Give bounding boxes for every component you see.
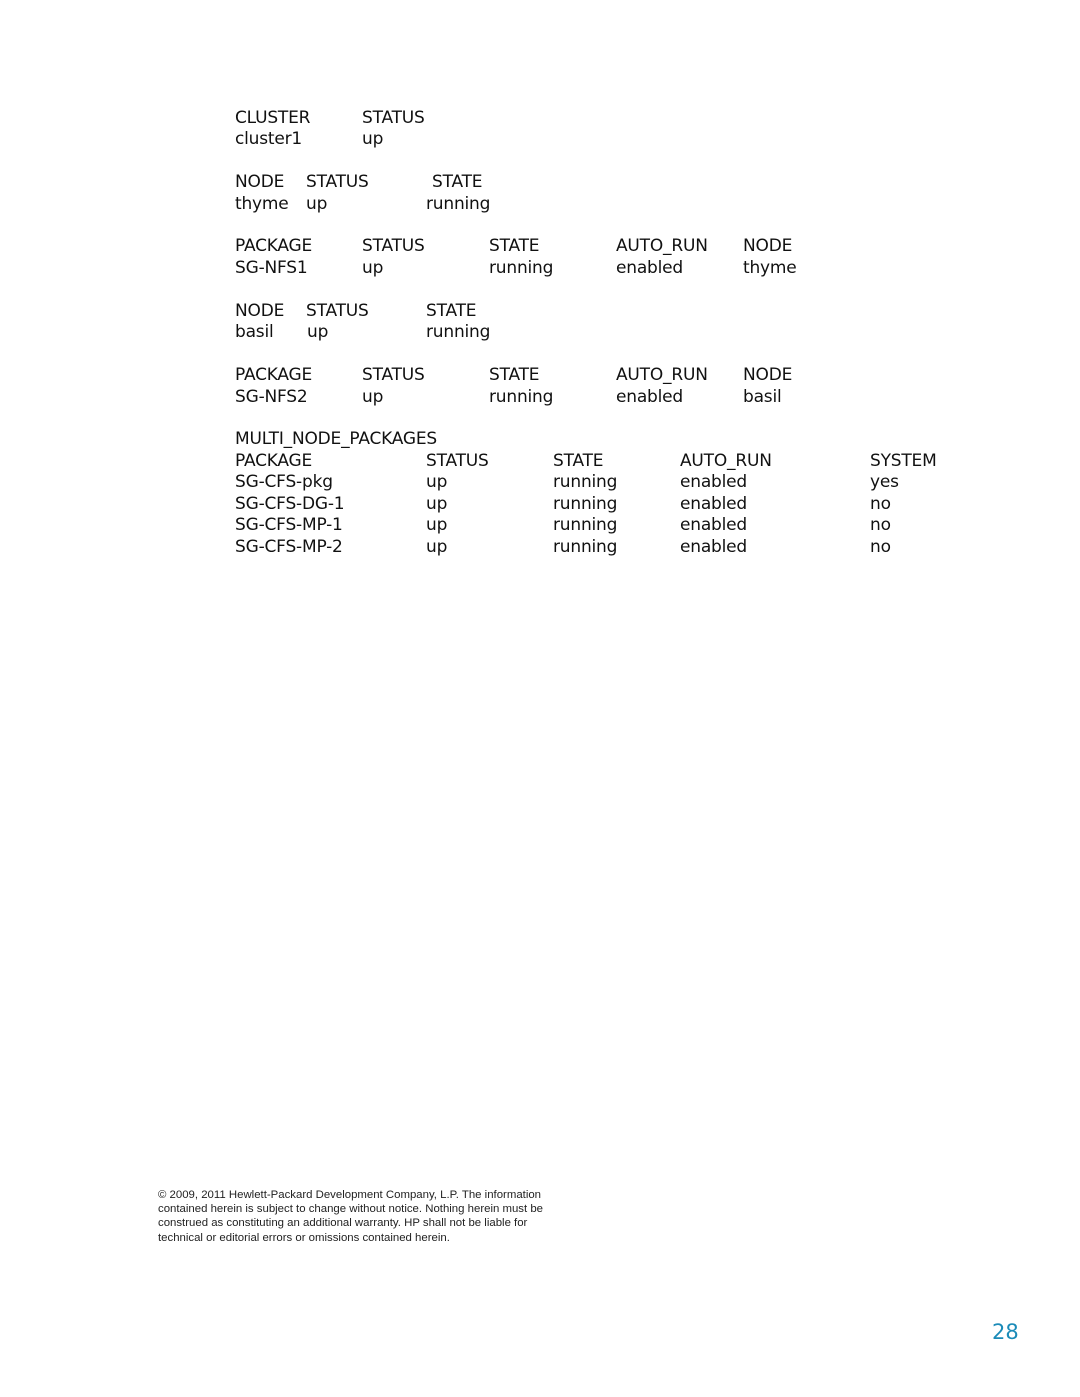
package-state: running — [489, 387, 554, 407]
node-header-node: NODE — [235, 172, 285, 192]
package-header-node: NODE — [743, 236, 793, 256]
package-header-auto-run: AUTO_RUN — [616, 236, 708, 256]
node-header-state: STATE — [426, 301, 477, 321]
copyright-line: contained herein is subject to change wi… — [158, 1203, 543, 1216]
mnp-package: SG-CFS-MP-1 — [235, 515, 343, 535]
package-name: SG-NFS2 — [235, 387, 308, 407]
package-header-package: PACKAGE — [235, 365, 313, 385]
package-node: thyme — [743, 258, 797, 278]
mnp-status: up — [426, 494, 448, 514]
node-header-state: STATE — [432, 172, 483, 192]
mnp-state: running — [553, 472, 618, 492]
mnp-header-system: SYSTEM — [870, 451, 937, 471]
package-status: up — [362, 258, 384, 278]
package-header-auto-run: AUTO_RUN — [616, 365, 708, 385]
mnp-auto-run: enabled — [680, 472, 748, 492]
node-status: up — [306, 194, 328, 214]
package-name: SG-NFS1 — [235, 258, 308, 278]
mnp-status: up — [426, 515, 448, 535]
mnp-status: up — [426, 537, 448, 557]
node-header-status: STATUS — [306, 301, 369, 321]
mnp-state: running — [553, 515, 618, 535]
mnp-status: up — [426, 472, 448, 492]
package-header-state: STATE — [489, 365, 540, 385]
node-state: running — [426, 322, 491, 342]
package-header-package: PACKAGE — [235, 236, 313, 256]
package-auto-run: enabled — [616, 258, 684, 278]
mnp-auto-run: enabled — [680, 537, 748, 557]
mnp-system: no — [870, 537, 891, 557]
cluster-status: up — [362, 129, 384, 149]
package-header-status: STATUS — [362, 236, 425, 256]
mnp-header-package: PACKAGE — [235, 451, 313, 471]
node-status: up — [307, 322, 329, 342]
node-name: thyme — [235, 194, 289, 214]
node-state: running — [426, 194, 491, 214]
node-name: basil — [235, 322, 274, 342]
package-node: basil — [743, 387, 782, 407]
mnp-header-status: STATUS — [426, 451, 489, 471]
node-header-status: STATUS — [306, 172, 369, 192]
copyright-line: construed as constituting an additional … — [158, 1217, 528, 1230]
node-header-node: NODE — [235, 301, 285, 321]
copyright-notice: © 2009, 2011 Hewlett-Packard Development… — [158, 1188, 588, 1245]
multi-node-packages-title: MULTI_NODE_PACKAGES — [235, 429, 438, 449]
mnp-auto-run: enabled — [680, 515, 748, 535]
cluster-header-status: STATUS — [362, 108, 425, 128]
mnp-auto-run: enabled — [680, 494, 748, 514]
mnp-package: SG-CFS-pkg — [235, 472, 333, 492]
mnp-header-auto-run: AUTO_RUN — [680, 451, 772, 471]
copyright-line: © 2009, 2011 Hewlett-Packard Development… — [158, 1189, 542, 1201]
mnp-system: yes — [870, 472, 899, 492]
mnp-system: no — [870, 515, 891, 535]
copyright-line: technical or editorial errors or omissio… — [158, 1231, 450, 1244]
package-header-node: NODE — [743, 365, 793, 385]
mnp-state: running — [553, 537, 618, 557]
mnp-system: no — [870, 494, 891, 514]
cluster-header-cluster: CLUSTER — [235, 108, 311, 128]
mnp-package: SG-CFS-DG-1 — [235, 494, 345, 514]
package-header-state: STATE — [489, 236, 540, 256]
package-status: up — [362, 387, 384, 407]
mnp-state: running — [553, 494, 618, 514]
package-state: running — [489, 258, 554, 278]
cluster-name: cluster1 — [235, 129, 303, 149]
package-auto-run: enabled — [616, 387, 684, 407]
page-number: 28 — [992, 1320, 1019, 1344]
package-header-status: STATUS — [362, 365, 425, 385]
mnp-header-state: STATE — [553, 451, 604, 471]
mnp-package: SG-CFS-MP-2 — [235, 537, 343, 557]
